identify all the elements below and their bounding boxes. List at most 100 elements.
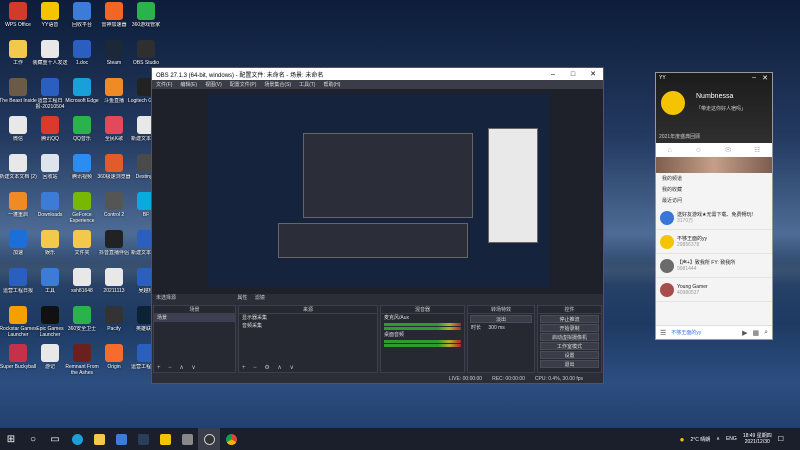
controls-dock-title: 控件 <box>538 306 601 314</box>
list-item[interactable]: 【声+】致我所 FY: 致我所 9981444 <box>656 254 772 278</box>
live-status: LIVE: 00:00:00 <box>449 375 483 382</box>
exit-button[interactable]: 退出 <box>540 360 599 368</box>
yy-menu-item[interactable]: 最近访问 <box>656 195 772 206</box>
yy-bottom-bar: ☰ 不够王面的yy ▶ ▦ ⌕ <box>656 325 772 339</box>
mixer-dock: 混音器 麦克风/Aux 桌面音频 <box>380 305 465 373</box>
obs-menu-item[interactable]: 编辑(E) <box>180 81 197 88</box>
weather-text[interactable]: 2°C 晴朗 <box>691 436 711 443</box>
maximize-icon[interactable]: □ <box>563 71 583 78</box>
obs-selected-source-label: 未选择源 属性 滤镜 <box>152 294 603 304</box>
nested-preview-1 <box>303 133 473 218</box>
list-item[interactable]: 送好友游戏★无需下载、免费畅玩! 3170万 <box>656 206 772 230</box>
search-icon[interactable]: ○ <box>22 428 44 450</box>
yy-menu-item[interactable]: 我的频道 <box>656 173 772 184</box>
list-item[interactable]: 不够王面的yy 29856378 <box>656 230 772 254</box>
scenes-dock-controls[interactable]: + − ∧ ∨ <box>154 364 235 372</box>
steam-icon[interactable] <box>132 428 154 450</box>
obs-window[interactable]: OBS 27.1.3 (64-bit, windows) - 配置文件: 未命名… <box>151 67 604 384</box>
transition-select[interactable]: 淡出 <box>470 315 532 323</box>
obs-menu-item[interactable]: 帮助(H) <box>323 81 340 88</box>
desktop-icon-image <box>41 268 59 286</box>
list-item-title: Young Gamer <box>677 283 708 290</box>
desktop-icon[interactable]: 360游戏管家 <box>127 2 165 34</box>
chat-icon[interactable]: ✉ <box>725 146 731 154</box>
desktop-icon-image <box>73 154 91 172</box>
desktop-icon-image <box>105 306 123 324</box>
friends-icon[interactable]: ☺ <box>695 147 702 154</box>
yy-menu-item[interactable]: 我的收藏 <box>656 184 772 195</box>
file-explorer-icon[interactable] <box>88 428 110 450</box>
source-item[interactable]: 显示器采集 <box>239 314 377 322</box>
obs-icon[interactable] <box>198 428 220 450</box>
avatar <box>660 282 674 297</box>
minimize-icon[interactable]: – <box>543 71 563 78</box>
search-icon[interactable]: ⌕ <box>764 329 768 337</box>
properties-button[interactable]: 属性 <box>237 295 247 301</box>
chrome-icon[interactable] <box>220 428 242 450</box>
scene-item[interactable]: 场景 <box>154 314 235 322</box>
tray-arrow-icon[interactable]: ∧ <box>716 436 720 442</box>
desktop-icon-image <box>137 40 155 58</box>
obs-menu-item[interactable]: 配置文件(P) <box>230 81 257 88</box>
close-icon[interactable]: ✕ <box>762 74 768 82</box>
yy-promo[interactable]: 2021年度盛典回顾 <box>659 133 700 140</box>
avatar <box>660 234 674 249</box>
avatar <box>660 258 674 273</box>
transitions-dock: 转场特效 淡出 时长 300 ms <box>467 305 535 373</box>
desktop-icon-image <box>73 2 91 20</box>
list-item-title: 不够王面的yy <box>677 235 708 242</box>
yy-panel[interactable]: YY ✕ – Numbnessa 「带走这你好人宿吗」 2021年度盛典回顾 ⌂… <box>655 72 773 340</box>
close-icon[interactable]: ✕ <box>583 70 603 78</box>
desktop-icon-image <box>73 78 91 96</box>
stop-streaming-button[interactable]: 停止推流 <box>540 315 599 323</box>
obs-menu-item[interactable]: 工具(T) <box>299 81 315 88</box>
list-item-title: 【声+】致我所 FY: 致我所 <box>677 259 736 266</box>
home-icon[interactable]: ⌂ <box>668 147 672 154</box>
edge-icon[interactable] <box>66 428 88 450</box>
virtual-camera-button[interactable]: 启动虚拟摄像机 <box>540 333 599 341</box>
list-item[interactable]: Young Gamer 40980537 <box>656 278 772 302</box>
audio-meter <box>384 327 461 330</box>
source-item[interactable]: 音频采集 <box>239 322 377 330</box>
obs-menu-item[interactable]: 文件(F) <box>156 81 172 88</box>
studio-mode-button[interactable]: 工作室模式 <box>540 342 599 350</box>
audio-meter <box>384 340 461 343</box>
avatar[interactable] <box>661 91 685 115</box>
language-indicator[interactable]: ENG <box>726 436 737 442</box>
task-view-icon[interactable]: ▭ <box>44 428 66 450</box>
list-item-text: Young Gamer 40980537 <box>677 284 708 296</box>
sources-dock: 来源 显示器采集 音频采集 + − ⚙ ∧ ∨ <box>238 305 378 373</box>
store-icon[interactable] <box>110 428 132 450</box>
desktop-icon-image <box>9 344 27 362</box>
obs-menu-item[interactable]: 视图(V) <box>205 81 222 88</box>
windows-start-icon[interactable]: ⊞ <box>0 428 22 450</box>
yy-bottom-label: 不够王面的yy <box>671 330 702 336</box>
menu-icon[interactable]: ☰ <box>660 329 666 337</box>
desktop-icon-image <box>105 344 123 362</box>
settings-button[interactable]: 设置 <box>540 351 599 359</box>
start-recording-button[interactable]: 开始录制 <box>540 324 599 332</box>
grid-icon[interactable]: ▦ <box>752 329 759 337</box>
desktop-icon-image <box>41 40 59 58</box>
notification-icon[interactable]: ☐ <box>778 435 784 443</box>
cpu-status: CPU: 0.4%, 30.00 fps <box>534 375 583 382</box>
list-item-subtitle: 40980537 <box>677 289 700 296</box>
list-item-text: 不够王面的yy 29856378 <box>677 236 707 248</box>
list-item-text: 送好友游戏★无需下载、免费畅玩! 3170万 <box>677 212 753 224</box>
play-icon[interactable]: ▶ <box>742 329 747 337</box>
clock[interactable]: 18:49 星期四 2021/12/30 <box>743 433 772 445</box>
obs-menu-item[interactable]: 场景集合(S) <box>264 81 291 88</box>
obs-titlebar[interactable]: OBS 27.1.3 (64-bit, windows) - 配置文件: 未命名… <box>152 68 603 80</box>
rec-status: REC: 00:00:00 <box>492 375 525 382</box>
yy-icon[interactable] <box>154 428 176 450</box>
minimize-icon[interactable]: – <box>752 74 756 81</box>
desktop-icon-image <box>41 306 59 324</box>
app-icon[interactable] <box>176 428 198 450</box>
transition-duration[interactable]: 时长 300 ms <box>468 324 534 332</box>
yy-banner[interactable] <box>656 157 772 173</box>
obs-preview[interactable] <box>208 93 550 287</box>
group-icon[interactable]: ☷ <box>754 146 760 154</box>
sources-dock-controls[interactable]: + − ⚙ ∧ ∨ <box>239 364 377 372</box>
transitions-dock-title: 转场特效 <box>468 306 534 314</box>
filters-button[interactable]: 滤镜 <box>255 295 265 301</box>
